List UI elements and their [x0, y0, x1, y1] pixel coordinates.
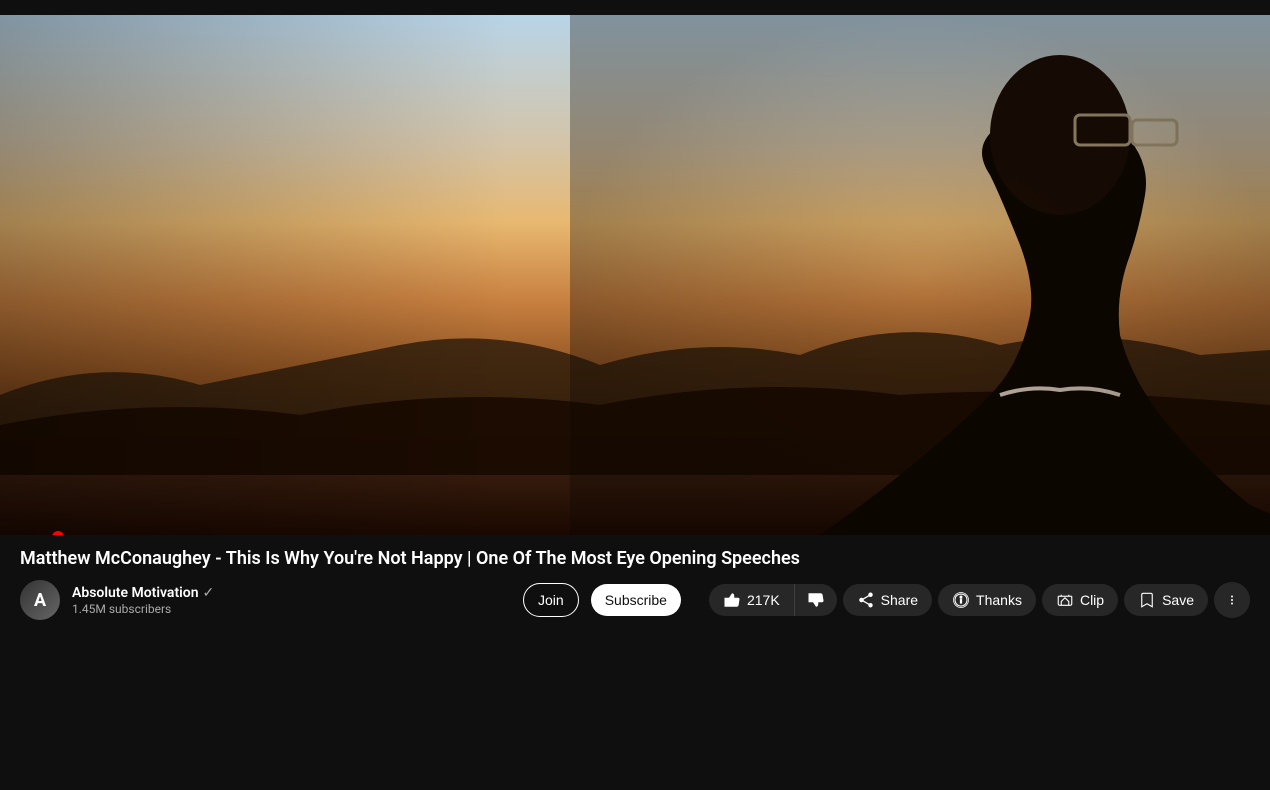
video-frame — [0, 15, 1270, 535]
channel-name[interactable]: Absolute Motivation — [72, 585, 199, 601]
clip-label: Clip — [1080, 592, 1104, 608]
share-button[interactable]: Share — [843, 584, 932, 616]
action-buttons: 217K Share — [709, 582, 1250, 618]
video-info-area: Matthew McConaughey - This Is Why You're… — [0, 535, 1270, 628]
share-icon — [857, 591, 875, 609]
subscriber-count: 1.45M subscribers — [72, 602, 511, 616]
channel-avatar[interactable]: A — [20, 580, 60, 620]
video-player: 0:25 / 9:06 CC HD — [0, 15, 1270, 535]
more-icon — [1226, 590, 1238, 610]
like-dislike-group: 217K — [709, 584, 837, 616]
save-icon — [1138, 591, 1156, 609]
verified-icon: ✓ — [203, 585, 215, 601]
clip-icon — [1056, 591, 1074, 609]
dislike-button[interactable] — [795, 584, 837, 616]
channel-row: A Absolute Motivation ✓ 1.45M subscriber… — [20, 580, 1250, 620]
channel-name-row: Absolute Motivation ✓ — [72, 585, 511, 601]
share-label: Share — [881, 592, 918, 608]
like-button[interactable]: 217K — [709, 584, 795, 616]
join-button[interactable]: Join — [523, 583, 579, 617]
thanks-label: Thanks — [976, 592, 1022, 608]
channel-info: Absolute Motivation ✓ 1.45M subscribers — [72, 585, 511, 616]
save-button[interactable]: Save — [1124, 584, 1208, 616]
more-options-button[interactable] — [1214, 582, 1250, 618]
clip-button[interactable]: Clip — [1042, 584, 1118, 616]
like-count: 217K — [747, 592, 780, 608]
video-title: Matthew McConaughey - This Is Why You're… — [20, 547, 1250, 570]
top-bar — [0, 0, 1270, 15]
thumbs-up-icon — [723, 591, 741, 609]
video-overlay — [0, 15, 1270, 535]
save-label: Save — [1162, 592, 1194, 608]
thumbs-down-icon — [807, 591, 825, 609]
thanks-button[interactable]: Thanks — [938, 584, 1036, 616]
subscribe-button[interactable]: Subscribe — [591, 584, 681, 616]
thanks-icon — [952, 591, 970, 609]
